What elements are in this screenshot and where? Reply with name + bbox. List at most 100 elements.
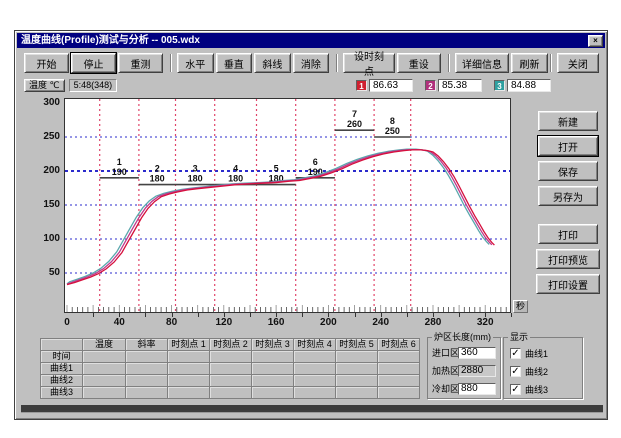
toolbar-button-5-1[interactable]: 关闭 [557, 53, 599, 73]
table-cell-empty [126, 351, 168, 363]
table-cell-empty [168, 387, 210, 399]
svg-text:190: 190 [112, 167, 127, 177]
table-col-header-corner [41, 339, 83, 351]
side-button-打开[interactable]: 打开 [538, 136, 598, 156]
table-row-header-时间: 时间 [41, 351, 83, 363]
table-cell-empty [168, 375, 210, 387]
x-axis-minor-tick [250, 313, 251, 317]
y-tick-50: 50 [30, 267, 60, 279]
table-row-header-曲线3: 曲线3 [41, 387, 83, 399]
svg-text:260: 260 [347, 119, 362, 129]
profile-plot[interactable]: 11902180318041805180619072608250 [64, 98, 511, 313]
x-tick-160: 160 [268, 317, 285, 328]
table-cell-empty [83, 363, 126, 375]
side-button-打印设置[interactable]: 打印设置 [536, 274, 600, 294]
svg-text:3: 3 [193, 164, 198, 174]
table-cell-empty [168, 363, 210, 375]
toolbar-button-1-3[interactable]: 重测 [118, 53, 163, 73]
table-col-header-2: 斜率 [126, 339, 168, 351]
reading-3: 384.88 [494, 79, 551, 92]
profile-chart-svg: 11902180318041805180619072608250 [65, 99, 510, 312]
x-axis-minor-tick [302, 313, 303, 317]
table-cell-empty [252, 387, 294, 399]
table-cell-empty [294, 387, 336, 399]
furnace-field-input-2[interactable]: 2880 [458, 365, 496, 377]
furnace-field-input-1[interactable]: 360 [458, 347, 496, 359]
table-cell-empty [294, 363, 336, 375]
checkbox-曲线2[interactable]: ✓ [510, 366, 521, 377]
table-cell-empty [210, 363, 252, 375]
x-axis-minor-tick [276, 313, 277, 317]
toolbar-button-1-1[interactable]: 开始 [24, 53, 69, 73]
table-row-header-曲线1: 曲线1 [41, 363, 83, 375]
table-cell-empty [294, 375, 336, 387]
channel-readings: 186.63285.38384.88 [344, 79, 551, 92]
table-cell-empty [210, 351, 252, 363]
table-cell-empty [378, 375, 420, 387]
table-cell-empty [126, 375, 168, 387]
svg-text:2: 2 [155, 164, 160, 174]
panel-bottom-edge [21, 405, 603, 413]
toolbar-button-2-3[interactable]: 斜线 [254, 53, 291, 73]
x-tick-120: 120 [215, 317, 232, 328]
side-button-打印预览[interactable]: 打印预览 [536, 249, 600, 269]
svg-text:6: 6 [313, 157, 318, 167]
reading-3-index: 3 [494, 80, 505, 91]
side-button-新建[interactable]: 新建 [538, 111, 598, 131]
checkbox-曲线3[interactable]: ✓ [510, 384, 521, 395]
toolbar-button-2-1[interactable]: 水平 [177, 53, 214, 73]
app-window: 温度曲线(Profile)测试与分析 -- 005.wdx × 开始停止重测水平… [14, 30, 608, 420]
svg-text:180: 180 [228, 174, 243, 184]
x-axis-minor-tick [459, 313, 460, 317]
svg-text:5: 5 [274, 164, 279, 174]
checkbox-曲线1[interactable]: ✓ [510, 348, 521, 359]
elapsed-time: 5:48(348) [69, 79, 118, 92]
curve-曲线2 [67, 150, 492, 285]
zone-annotations: 11902180318041805180619072608250 [100, 109, 411, 184]
reading-1-value: 86.63 [369, 79, 413, 92]
x-tick-280: 280 [425, 317, 442, 328]
toolbar-separator [170, 54, 172, 72]
toolbar-button-4-1[interactable]: 详细信息 [455, 53, 509, 73]
toolbar-button-3-2[interactable]: 重设 [397, 53, 441, 73]
toolbar: 开始停止重测水平垂直斜线消除设时刻点重设详细信息刷新关闭 [24, 52, 601, 74]
y-tick-150: 150 [30, 199, 60, 211]
furnace-field-input-3[interactable]: 880 [458, 383, 496, 395]
table-cell-empty [252, 363, 294, 375]
checkbox-label-3: 曲线3 [525, 383, 548, 396]
table-cell-empty [378, 351, 420, 363]
table-cell-empty [336, 363, 378, 375]
table-col-header-8: 时刻点 6 [378, 339, 420, 351]
x-axis-labels: 04080120160200240280320 [16, 317, 536, 330]
x-axis-minor-tick [119, 313, 120, 317]
reading-3-value: 84.88 [507, 79, 551, 92]
table-cell-empty [168, 351, 210, 363]
x-axis-minor-tick [224, 313, 225, 317]
svg-text:1: 1 [117, 157, 122, 167]
side-button-保存[interactable]: 保存 [538, 161, 598, 181]
toolbar-button-1-2[interactable]: 停止 [71, 53, 116, 73]
reading-1-index: 1 [356, 80, 367, 91]
side-button-另存为[interactable]: 另存为 [538, 186, 598, 206]
table-row-header-曲线2: 曲线2 [41, 375, 83, 387]
x-tick-320: 320 [477, 317, 494, 328]
toolbar-button-2-4[interactable]: 消除 [293, 53, 330, 73]
y-tick-200: 200 [30, 165, 60, 177]
x-minor-ticks [67, 305, 506, 312]
x-axis-minor-tick [172, 313, 173, 317]
toolbar-button-4-2[interactable]: 刷新 [511, 53, 548, 73]
x-axis-minor-tick [381, 313, 382, 317]
side-button-打印[interactable]: 打印 [538, 224, 598, 244]
y-tick-100: 100 [30, 233, 60, 245]
table-cell-empty [126, 363, 168, 375]
table-cell-empty [378, 387, 420, 399]
x-axis-minor-tick [145, 313, 146, 317]
reading-1: 186.63 [356, 79, 413, 92]
toolbar-button-3-1[interactable]: 设时刻点 [343, 53, 395, 73]
table-cell-empty [210, 375, 252, 387]
close-button[interactable]: × [588, 35, 603, 47]
x-axis-minor-tick [328, 313, 329, 317]
x-tick-200: 200 [320, 317, 337, 328]
toolbar-button-2-2[interactable]: 垂直 [216, 53, 253, 73]
y-axis-title: 温度 ℃ [24, 79, 65, 92]
